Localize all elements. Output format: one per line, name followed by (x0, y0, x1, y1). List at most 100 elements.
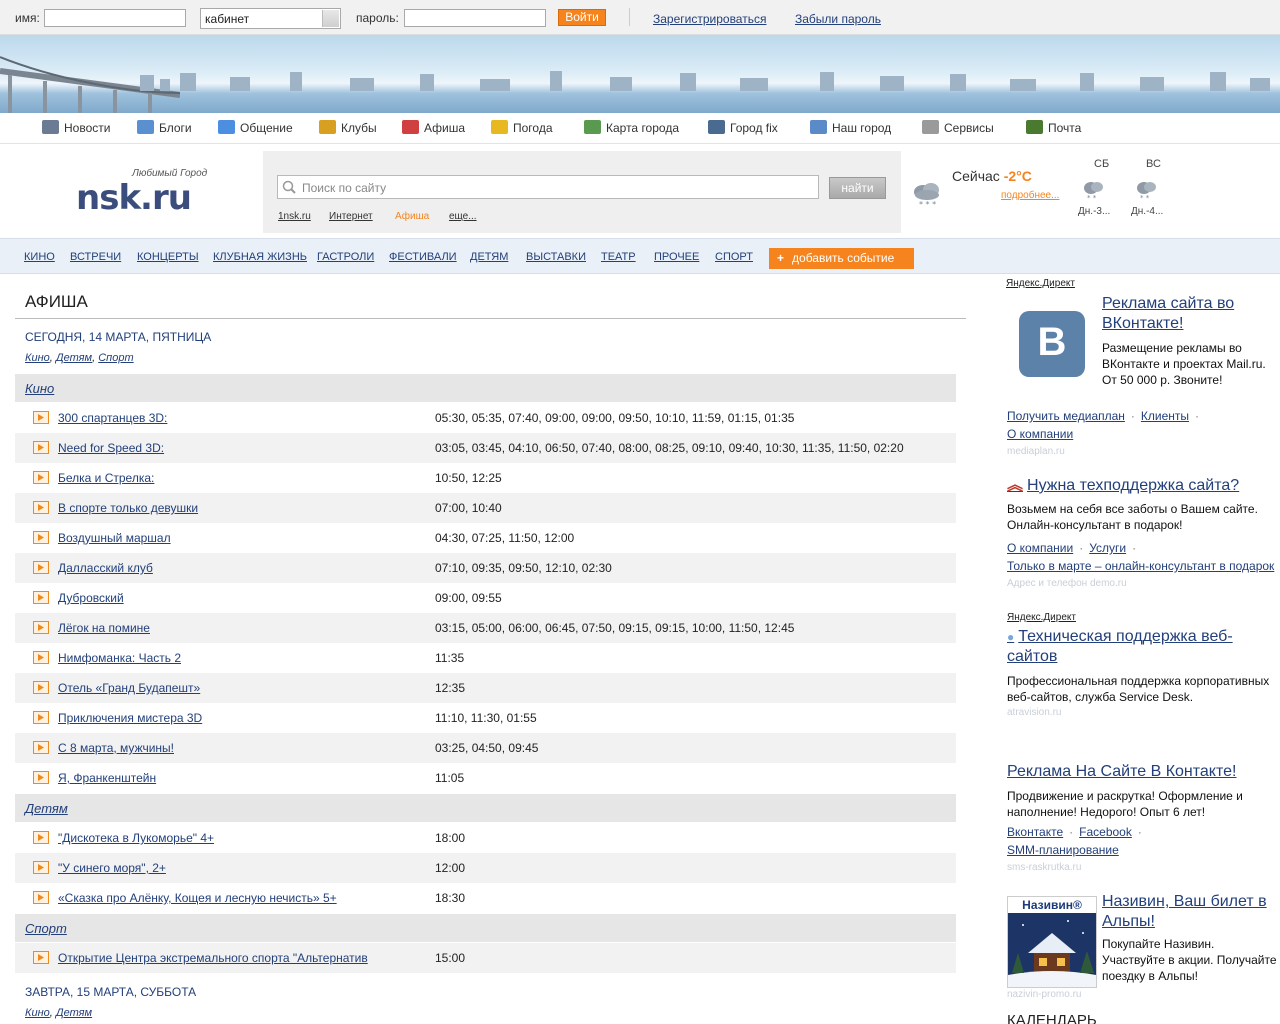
event-title-link[interactable]: 300 спартанцев 3D: (58, 411, 167, 425)
divider (629, 8, 630, 26)
category-festivals[interactable]: ФЕСТИВАЛИ (389, 251, 457, 263)
forgot-password-link[interactable]: Забыли пароль (795, 12, 881, 26)
ad-link[interactable]: Facebook (1079, 825, 1132, 839)
showtimes: 11:35 (435, 651, 465, 665)
search-input[interactable]: Поиск по сайту (277, 175, 819, 199)
category-meetings[interactable]: ВСТРЕЧИ (70, 251, 121, 263)
nav-item-label: Почта (1048, 121, 1082, 135)
ad-title-text: Техническая поддержка веб-сайтов (1007, 628, 1233, 665)
showtimes: 12:00 (435, 861, 466, 875)
nav-item-clubs[interactable]: Клубы (319, 120, 377, 136)
group-title-link[interactable]: Детям (25, 801, 68, 816)
group-title-link[interactable]: Кино (25, 381, 54, 396)
name-input[interactable] (44, 9, 186, 27)
nav-item-weather[interactable]: Погода (491, 120, 553, 136)
event-title-link[interactable]: Белка и Стрелка: (58, 471, 154, 485)
event-title-link[interactable]: Далласский клуб (58, 561, 153, 575)
ad-title-link[interactable]: ︽ Нужна техподдержка сайта? (1007, 476, 1277, 496)
register-link[interactable]: Зарегистрироваться (653, 12, 766, 26)
group-header-kino: Кино (15, 374, 956, 402)
day-tag-link[interactable]: Кино (25, 352, 50, 364)
nav-item-chat[interactable]: Общение (218, 120, 293, 136)
nav-item-city-map[interactable]: Карта города (584, 120, 679, 136)
event-title-link[interactable]: Нимфоманка: Часть 2 (58, 651, 181, 665)
cabinet-select[interactable]: кабинет (200, 8, 341, 29)
category-exhibitions[interactable]: ВЫСТАВКИ (526, 251, 586, 263)
ad-link[interactable]: Только в марте – онлайн-консультант в по… (1007, 559, 1274, 573)
scope-afisha[interactable]: Афиша (395, 211, 429, 222)
add-event-button[interactable]: + добавить событие (769, 248, 914, 269)
ad-domain: Адрес и телефон demo.ru (1007, 578, 1127, 589)
search-button[interactable]: найти (829, 177, 886, 199)
ad-source-label[interactable]: Яндекс.Директ (1006, 278, 1277, 289)
search-icon (282, 180, 296, 194)
page-title: АФИША (25, 292, 88, 311)
showtimes: 03:25, 04:50, 09:45 (435, 741, 539, 755)
group-title-link[interactable]: Спорт (25, 921, 67, 936)
ad-title-link[interactable]: ● Техническая поддержка веб-сайтов (1007, 627, 1277, 667)
category-club-life[interactable]: КЛУБНАЯ ЖИЗНЬ (213, 251, 307, 263)
event-title-link[interactable]: Приключения мистера 3D (58, 711, 202, 725)
nav-item-blogs[interactable]: Блоги (137, 120, 192, 136)
nav-item-our-city[interactable]: Наш город (810, 120, 891, 136)
day-tag-link[interactable]: Детям (56, 1007, 92, 1019)
ad-link[interactable]: О компании (1007, 541, 1073, 555)
ad-link[interactable]: Клиенты (1141, 409, 1189, 423)
category-kids[interactable]: ДЕТЯМ (470, 251, 508, 263)
nav-item-services[interactable]: Сервисы (922, 120, 994, 136)
day-heading-tomorrow: ЗАВТРА, 15 МАРТА, СУББОТА (25, 985, 197, 999)
nav-item-mail[interactable]: Почта (1026, 120, 1081, 136)
day-tag-link[interactable]: Детям (56, 352, 92, 364)
category-theatre[interactable]: ТЕАТР (601, 251, 636, 263)
showtimes: 11:10, 11:30, 01:55 (435, 711, 537, 725)
scope-1nsk[interactable]: 1nsk.ru (278, 211, 311, 222)
ad-source-label[interactable]: Яндекс.Директ (1007, 612, 1277, 623)
nav-item-city-fix[interactable]: Город fix (708, 120, 778, 136)
event-title-link[interactable]: Я, Франкенштейн (58, 771, 156, 785)
event-title-link[interactable]: Открытие Центра экстремального спорта "А… (58, 951, 368, 965)
category-concerts[interactable]: КОНЦЕРТЫ (137, 251, 199, 263)
event-title-link[interactable]: "У синего моря", 2+ (58, 861, 166, 875)
login-button[interactable]: Войти (558, 9, 606, 26)
ad-title-link[interactable]: Реклама сайта во ВКонтакте! (1102, 294, 1272, 334)
scope-more[interactable]: еще... (449, 211, 477, 222)
ad-link[interactable]: Получить медиаплан (1007, 409, 1125, 423)
event-title-link[interactable]: С 8 марта, мужчины! (58, 741, 174, 755)
ad-link[interactable]: SMM-планирование (1007, 843, 1119, 857)
forecast-day-value: Дн.-3... (1078, 206, 1111, 217)
map-icon (584, 120, 601, 134)
category-kino[interactable]: КИНО (24, 251, 55, 263)
nav-item-news[interactable]: Новости (42, 120, 110, 136)
event-title-link[interactable]: Отель «Гранд Будапешт» (58, 681, 200, 695)
tools-icon (708, 120, 725, 134)
ad-title-text: Нужна техподдержка сайта? (1027, 477, 1240, 494)
showtimes: 15:00 (435, 951, 466, 965)
ad-link[interactable]: Услуги (1089, 541, 1126, 555)
day-tag-link[interactable]: Спорт (98, 352, 133, 364)
nav-item-afisha[interactable]: Афиша (402, 120, 465, 136)
snow-cloud-icon: * * * (914, 183, 939, 209)
event-title-link[interactable]: В спорте только девушки (58, 501, 198, 515)
ad-title-link[interactable]: Реклама На Сайте В Контакте! (1007, 762, 1277, 782)
ad-text: Продвижение и раскрутка! Оформление и на… (1007, 789, 1243, 819)
password-input[interactable] (404, 9, 546, 27)
event-title-link[interactable]: Need for Speed 3D: (58, 441, 164, 455)
event-title-link[interactable]: "Дискотека в Лукоморье" 4+ (58, 831, 214, 845)
ad-link[interactable]: Вконтакте (1007, 825, 1063, 839)
site-logo[interactable]: Любимый Город nsk.ru (76, 168, 236, 218)
category-tours[interactable]: ГАСТРОЛИ (317, 251, 374, 263)
event-title-link[interactable]: Воздушный маршал (58, 531, 171, 545)
nazivin-ad-image[interactable]: Називин® (1007, 896, 1097, 988)
category-other[interactable]: ПРОЧЕЕ (654, 251, 699, 263)
scope-internet[interactable]: Интернет (329, 211, 373, 222)
weather-more-link[interactable]: подробнее... (1001, 190, 1059, 201)
ad-title-link[interactable]: Називин, Ваш билет в Альпы! (1102, 892, 1274, 932)
event-title-link[interactable]: Дубровский (58, 591, 124, 605)
play-icon (33, 501, 49, 514)
category-sport[interactable]: СПОРТ (715, 251, 753, 263)
day-tag-link[interactable]: Кино (25, 1007, 50, 1019)
event-title-link[interactable]: Лёгок на помине (58, 621, 150, 635)
nav-item-label: Новости (64, 121, 111, 135)
event-title-link[interactable]: «Сказка про Алёнку, Кощея и лесную нечис… (58, 891, 337, 905)
ad-link[interactable]: О компании (1007, 427, 1073, 441)
